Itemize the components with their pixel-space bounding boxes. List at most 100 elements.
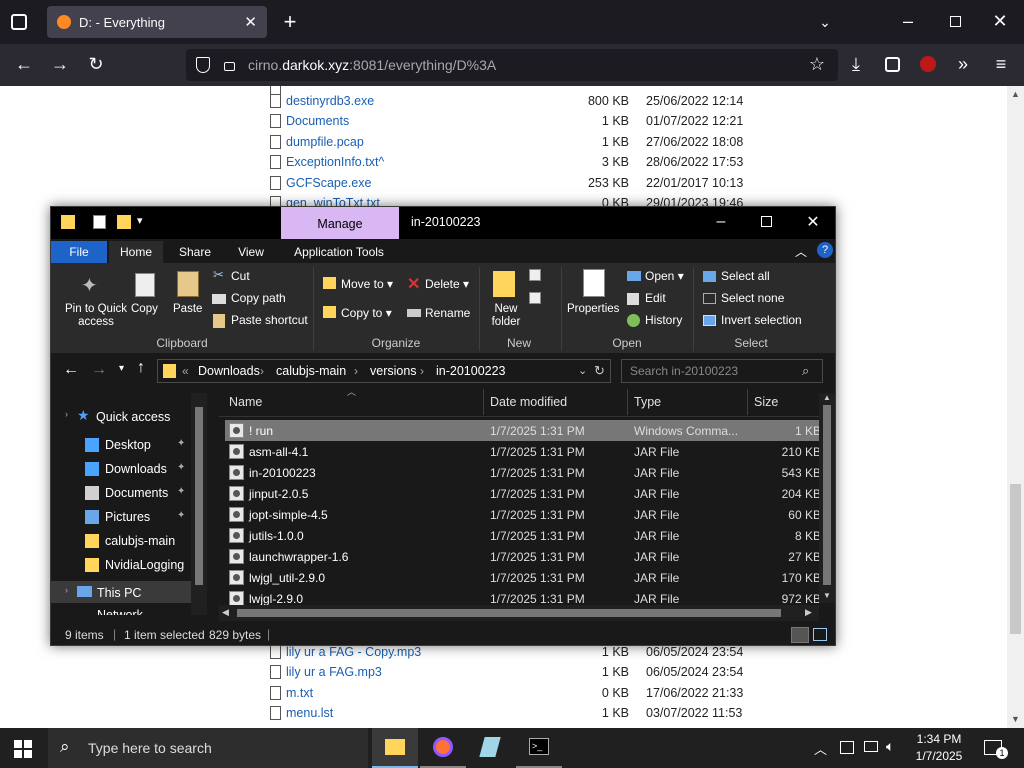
new-folder-quick-icon[interactable] [117,215,131,229]
file-row[interactable]: jutils-1.0.0 1/7/2025 1:31 PM JAR File 8 KB [225,525,821,546]
pin-icon[interactable]: ✦ [177,486,185,497]
column-size[interactable]: Size [754,395,778,409]
file-name-link[interactable]: lily ur a FAG.mp3 [286,665,382,679]
file-name-link[interactable]: GCFScape.exe [286,176,371,190]
scroll-thumb[interactable] [195,407,203,585]
nav-item-label[interactable]: calubjs-main [105,534,175,548]
security-icon[interactable] [840,741,854,754]
up-button[interactable]: ↑ [137,359,145,377]
clock-time[interactable]: 1:34 PM [916,732,962,746]
nav-item[interactable]: Documents ✦ [51,482,191,504]
copy-button[interactable]: Copy [131,303,158,315]
nav-quick-access[interactable]: Quick access [96,410,170,424]
column-type[interactable]: Type [634,395,661,409]
more-tools-icon[interactable]: » [952,54,974,74]
nav-item-label[interactable]: Downloads [105,462,167,476]
file-row[interactable]: jinput-2.0.5 1/7/2025 1:31 PM JAR File 204 … [225,483,821,504]
nav-item-label[interactable]: Desktop [105,438,151,452]
show-hidden-icons-icon[interactable]: ︿ [814,739,827,758]
nav-item[interactable]: calubjs-main [51,530,191,552]
restore-button[interactable] [950,16,961,27]
tab-home[interactable]: Home [109,241,163,263]
taskbar-app-button[interactable] [468,728,514,768]
tab-share[interactable]: Share [169,241,221,263]
scroll-up-icon[interactable]: ▲ [1011,89,1020,99]
file-name-link[interactable]: dumpfile.pcap [286,135,364,149]
expand-icon[interactable]: › [65,585,68,595]
paste-button[interactable]: Paste [173,303,202,315]
list-item[interactable]: ExceptionInfo.txt^ 3 KB 28/06/2022 17:53 [0,152,1000,172]
recent-locations-icon[interactable]: ▾ [119,363,124,374]
nav-item-label[interactable]: Pictures [105,510,150,524]
list-item[interactable]: GCFScape.exe 253 KB 22/01/2017 10:13 [0,173,1000,193]
nav-item[interactable]: Pictures ✦ [51,506,191,528]
file-row[interactable]: jopt-simple-4.5 1/7/2025 1:31 PM JAR File 6… [225,504,821,525]
select-all-button[interactable]: Select all [721,269,770,283]
nav-item[interactable]: Desktop ✦ [51,434,191,456]
file-scrollbar[interactable]: ▲ ▼ [819,393,835,603]
scroll-thumb[interactable] [823,405,831,585]
file-name-link[interactable]: Documents [286,114,349,128]
extensions-icon[interactable] [885,57,900,72]
customize-toolbar-icon[interactable]: ▾ [137,214,143,227]
nav-item[interactable]: Downloads ✦ [51,458,191,480]
minimize-button[interactable]: – [711,212,731,232]
list-item[interactable]: Documents 1 KB 01/07/2022 12:21 [0,111,1000,131]
shield-icon[interactable] [196,57,210,73]
cut-button[interactable]: Cut [231,269,250,283]
clock-date[interactable]: 1/7/2025 [912,749,966,763]
file-row[interactable]: asm-all-4.1 1/7/2025 1:31 PM JAR File 210 K… [225,441,821,462]
url-bar[interactable]: cirno.darkok.xyz:8081/everything/D%3A [186,49,838,81]
page-scrollbar[interactable]: ▲ ▼ [1007,86,1024,728]
scroll-right-icon[interactable]: ▶ [805,607,812,618]
start-button[interactable] [14,740,32,758]
easy-access-icon[interactable] [529,292,541,304]
new-item-icon[interactable] [529,269,541,281]
forward-button[interactable]: → [48,54,72,74]
back-button[interactable]: ← [12,54,36,74]
open-button[interactable]: Open ▾ [645,269,684,283]
file-name-link[interactable]: destinyrdb3.exe [286,94,374,108]
delete-button[interactable]: Delete ▾ [425,277,469,291]
taskbar-terminal-button[interactable]: >_ [516,728,562,768]
taskbar-firefox-button[interactable] [420,728,466,768]
maximize-button[interactable] [761,216,772,227]
tab-view[interactable]: View [227,241,275,263]
help-icon[interactable]: ? [817,242,833,258]
tab-file[interactable]: File [51,241,107,263]
url-text[interactable]: cirno.darkok.xyz:8081/everything/D%3A [248,57,496,73]
taskbar-search-text[interactable]: Type here to search [88,740,212,756]
close-window-button[interactable]: ✕ [803,213,823,233]
file-name-link[interactable]: lily ur a FAG - Copy.mp3 [286,645,421,659]
list-all-tabs-icon[interactable]: ⌄ [815,12,835,32]
lock-icon[interactable] [224,62,235,71]
collapse-ribbon-icon[interactable]: ︿ [795,243,807,260]
nav-item-label[interactable]: Documents [105,486,168,500]
refresh-icon[interactable]: ↻ [594,363,605,379]
paste-shortcut-button[interactable]: Paste shortcut [231,313,308,327]
tab-application-tools[interactable]: Application Tools [283,241,395,263]
column-name[interactable]: Name [229,395,262,409]
rename-button[interactable]: Rename [425,306,470,320]
scroll-up-icon[interactable]: ▲ [823,393,831,402]
copy-path-button[interactable]: Copy path [231,291,286,305]
properties-quick-icon[interactable] [93,215,106,229]
network-icon[interactable] [864,741,878,752]
address-bar[interactable]: « Downloads › calubjs-main › versions › … [157,359,611,383]
close-tab-icon[interactable]: ✕ [244,13,257,31]
select-none-button[interactable]: Select none [721,291,784,305]
edit-button[interactable]: Edit [645,291,666,305]
horizontal-scrollbar[interactable]: ◀ ▶ [219,605,819,621]
tab-list-icon[interactable] [11,14,27,30]
file-name-link[interactable]: ExceptionInfo.txt^ [286,155,384,169]
breadcrumb-calubjs-main[interactable]: calubjs-main [276,364,346,378]
nav-item[interactable]: NvidiaLogging [51,554,191,576]
list-item[interactable]: dumpfile.pcap 1 KB 27/06/2022 18:08 [0,132,1000,152]
new-tab-button[interactable]: + [280,11,300,33]
menu-icon[interactable]: ≡ [990,54,1012,74]
manage-tab[interactable]: Manage [281,207,399,239]
pin-icon[interactable]: ✦ [177,510,185,521]
reload-button[interactable]: ↻ [84,54,108,74]
invert-selection-button[interactable]: Invert selection [721,313,802,327]
scroll-left-icon[interactable]: ◀ [222,607,229,618]
